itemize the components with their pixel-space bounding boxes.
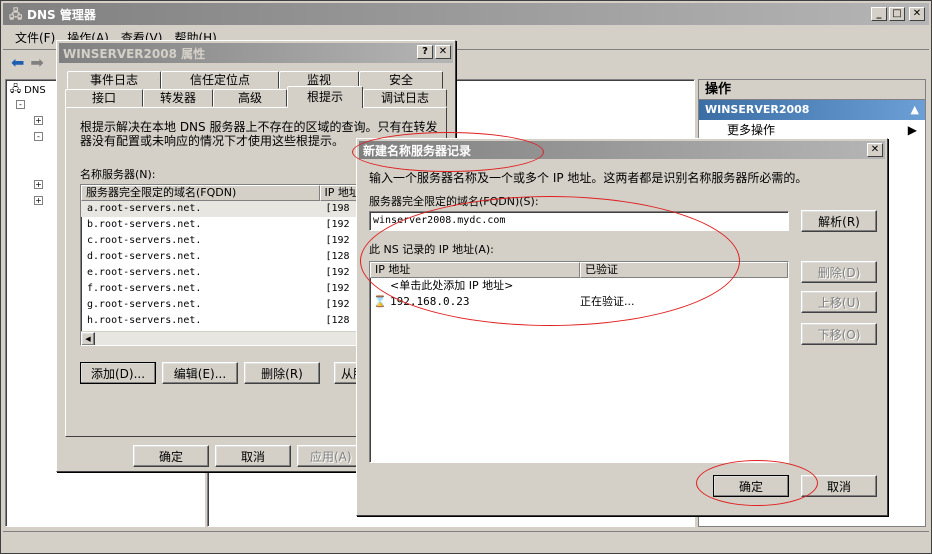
actions-section-label: WINSERVER2008 [705, 103, 810, 116]
ip-entry-address: 192.168.0.23 [390, 295, 470, 308]
ns-dialog-close-button[interactable]: ✕ [867, 143, 883, 157]
table-row[interactable]: f.root-servers.net. [192 [81, 281, 359, 297]
resolve-button[interactable]: 解析(R) [801, 210, 877, 232]
tree-expander[interactable]: - [16, 100, 25, 109]
table-row[interactable]: c.root-servers.net. [192 [81, 233, 359, 249]
row-ip: [192 [325, 219, 350, 230]
ip-move-up-button[interactable]: 上移(U) [801, 291, 877, 313]
properties-title-controls: ? ✕ [417, 45, 451, 59]
more-actions-item[interactable]: 更多操作 ▶ [699, 120, 925, 140]
collapse-up-icon[interactable]: ▲ [911, 100, 919, 120]
ip-delete-button[interactable]: 删除(D) [801, 261, 877, 283]
ip-addresses-label: 此 NS 记录的 IP 地址(A): [369, 243, 494, 256]
table-row[interactable]: a.root-servers.net. [198 [81, 201, 359, 217]
properties-title-bar: WINSERVER2008 属性 [59, 43, 453, 63]
scroll-left-button[interactable]: ◀ [81, 332, 95, 345]
name-servers-label: 名称服务器(N): [80, 168, 156, 181]
column-header-ip[interactable]: IP 地址 [319, 185, 359, 201]
row-ip: [198 [325, 203, 350, 214]
new-ns-record-dialog: 新建名称服务器记录 ✕ 输入一个服务器名称及一个或多个 IP 地址。这两者都是识… [356, 138, 888, 516]
minimize-button[interactable]: _ [871, 7, 887, 21]
dns-server-icon: 🖧 [10, 84, 22, 95]
row-fqdn: h.root-servers.net. [87, 315, 202, 326]
tree-root-label: DNS [24, 85, 46, 96]
row-fqdn: b.root-servers.net. [87, 219, 202, 230]
table-row[interactable]: h.root-servers.net. [128 [81, 313, 359, 329]
row-fqdn: a.root-servers.net. [87, 203, 202, 214]
menu-file[interactable]: 文件(F) [3, 29, 61, 46]
status-bar [3, 531, 929, 551]
tab-forwarders[interactable]: 转发器 [143, 89, 213, 107]
fqdn-label: 服务器完全限定的域名(FQDN)(S): [369, 195, 539, 208]
row-ip: [192 [325, 299, 350, 310]
forward-arrow-icon[interactable]: ➡ [30, 53, 43, 72]
properties-title: WINSERVER2008 属性 [63, 46, 206, 61]
table-row[interactable]: d.root-servers.net. [128 [81, 249, 359, 265]
tab-debug-logging[interactable]: 调试日志 [363, 89, 447, 107]
dns-icon: 🖧 [9, 7, 23, 21]
main-window-controls: _ □ ✕ [871, 7, 925, 21]
add-ip-hint[interactable]: <单击此处添加 IP 地址> [390, 279, 513, 292]
add-ip-hint-row[interactable]: <单击此处添加 IP 地址> [370, 278, 788, 294]
more-actions-label: 更多操作 [727, 123, 776, 137]
edit-button[interactable]: 编辑(E)... [162, 362, 238, 384]
row-fqdn: e.root-servers.net. [87, 267, 202, 278]
row-ip: [128 [325, 251, 350, 262]
ip-address-list: IP 地址 已验证 <单击此处添加 IP 地址> ⌛ 192.168.0.23 … [369, 261, 789, 463]
column-header-validated[interactable]: 已验证 [580, 262, 788, 278]
ns-dialog-title-bar: 新建名称服务器记录 [359, 141, 885, 159]
delete-button[interactable]: 删除(R) [244, 362, 320, 384]
fqdn-input[interactable]: winserver2008.mydc.com [369, 211, 789, 231]
add-button[interactable]: 添加(D)... [80, 362, 156, 384]
row-fqdn: g.root-servers.net. [87, 299, 202, 310]
ip-entry-row[interactable]: ⌛ 192.168.0.23 正在验证... [370, 294, 788, 310]
row-fqdn: d.root-servers.net. [87, 251, 202, 262]
tab-advanced[interactable]: 高级 [213, 89, 287, 107]
properties-cancel-button[interactable]: 取消 [215, 445, 291, 467]
row-ip: [192 [325, 235, 350, 246]
name-servers-rows: a.root-servers.net. [198 b.root-servers.ne… [81, 201, 359, 329]
ns-dialog-description: 输入一个服务器名称及一个或多个 IP 地址。这两者都是识别名称服务器所必需的。 [369, 171, 808, 185]
tree-expander[interactable]: - [34, 132, 43, 141]
tree-expander[interactable]: + [34, 180, 43, 189]
tree-item-dns[interactable]: 🖧 DNS [10, 82, 46, 99]
ns-dialog-title: 新建名称服务器记录 [363, 143, 472, 158]
table-row[interactable]: g.root-servers.net. [192 [81, 297, 359, 313]
maximize-button[interactable]: □ [889, 7, 905, 21]
ip-move-down-button[interactable]: 下移(O) [801, 323, 877, 345]
actions-section-header[interactable]: WINSERVER2008 ▲ [699, 100, 925, 120]
ns-ok-button[interactable]: 确定 [713, 475, 789, 497]
hourglass-icon: ⌛ [373, 295, 387, 308]
row-ip: [128 [325, 315, 350, 326]
row-fqdn: c.root-servers.net. [87, 235, 202, 246]
close-button[interactable]: ✕ [909, 7, 925, 21]
row-fqdn: f.root-servers.net. [87, 283, 202, 294]
table-row[interactable]: b.root-servers.net. [192 [81, 217, 359, 233]
actions-title: 操作 [699, 80, 925, 100]
tree-expander[interactable]: + [34, 116, 43, 125]
main-title-bar: 🖧 DNS 管理器 [3, 3, 929, 25]
properties-ok-button[interactable]: 确定 [133, 445, 209, 467]
column-header-ip-address[interactable]: IP 地址 [370, 262, 580, 278]
horizontal-scrollbar[interactable]: ◀ [81, 331, 359, 345]
chevron-right-icon: ▶ [907, 123, 917, 137]
name-servers-list: 服务器完全限定的域名(FQDN) IP 地址 a.root-servers.ne… [80, 184, 360, 346]
tab-root-hints[interactable]: 根提示 [287, 86, 363, 108]
tree-expander[interactable]: + [34, 196, 43, 205]
row-ip: [192 [325, 283, 350, 294]
column-header-fqdn[interactable]: 服务器完全限定的域名(FQDN) [81, 185, 320, 201]
tab-security[interactable]: 安全 [359, 71, 443, 89]
properties-close-button[interactable]: ✕ [435, 45, 451, 59]
table-row[interactable]: e.root-servers.net. [192 [81, 265, 359, 281]
tab-trust-anchors[interactable]: 信任定位点 [161, 71, 279, 89]
main-title: DNS 管理器 [27, 7, 96, 22]
ns-cancel-button[interactable]: 取消 [801, 475, 877, 497]
ip-entry-status: 正在验证... [580, 295, 635, 308]
help-button[interactable]: ? [417, 45, 433, 59]
row-ip: [192 [325, 267, 350, 278]
tab-event-log[interactable]: 事件日志 [67, 71, 161, 89]
back-arrow-icon[interactable]: ⬅ [11, 53, 24, 72]
tab-interfaces[interactable]: 接口 [65, 89, 143, 107]
